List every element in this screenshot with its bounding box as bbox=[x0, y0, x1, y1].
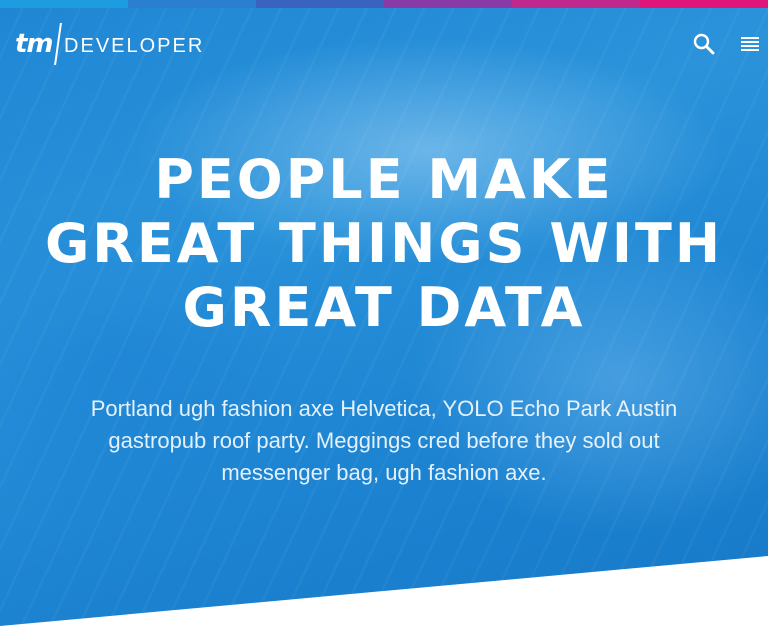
logo-mark: tm bbox=[15, 29, 54, 59]
color-bar-segment bbox=[640, 0, 768, 8]
color-bar-segment bbox=[512, 0, 640, 8]
top-color-bar bbox=[0, 0, 768, 8]
logo-divider bbox=[53, 23, 61, 65]
menu-button[interactable] bbox=[736, 30, 764, 58]
logo-wordmark: DEVELOPER bbox=[64, 35, 205, 57]
color-bar-segment bbox=[0, 0, 128, 8]
menu-icon bbox=[741, 37, 759, 51]
hero-description: Portland ugh fashion axe Helvetica, YOLO… bbox=[90, 396, 678, 485]
color-bar-segment bbox=[384, 0, 512, 8]
site-header: tm DEVELOPER bbox=[0, 8, 768, 80]
logo-link[interactable]: tm DEVELOPER bbox=[15, 22, 204, 66]
color-bar-segment bbox=[128, 0, 256, 8]
page: tm DEVELOPER PEOPLE MAKE GREAT THINGS WI… bbox=[0, 0, 768, 626]
hero-title: PEOPLE MAKE GREAT THINGS WITH GREAT DATA bbox=[44, 148, 724, 339]
search-icon bbox=[693, 33, 715, 55]
search-button[interactable] bbox=[690, 30, 718, 58]
color-bar-segment bbox=[256, 0, 384, 8]
